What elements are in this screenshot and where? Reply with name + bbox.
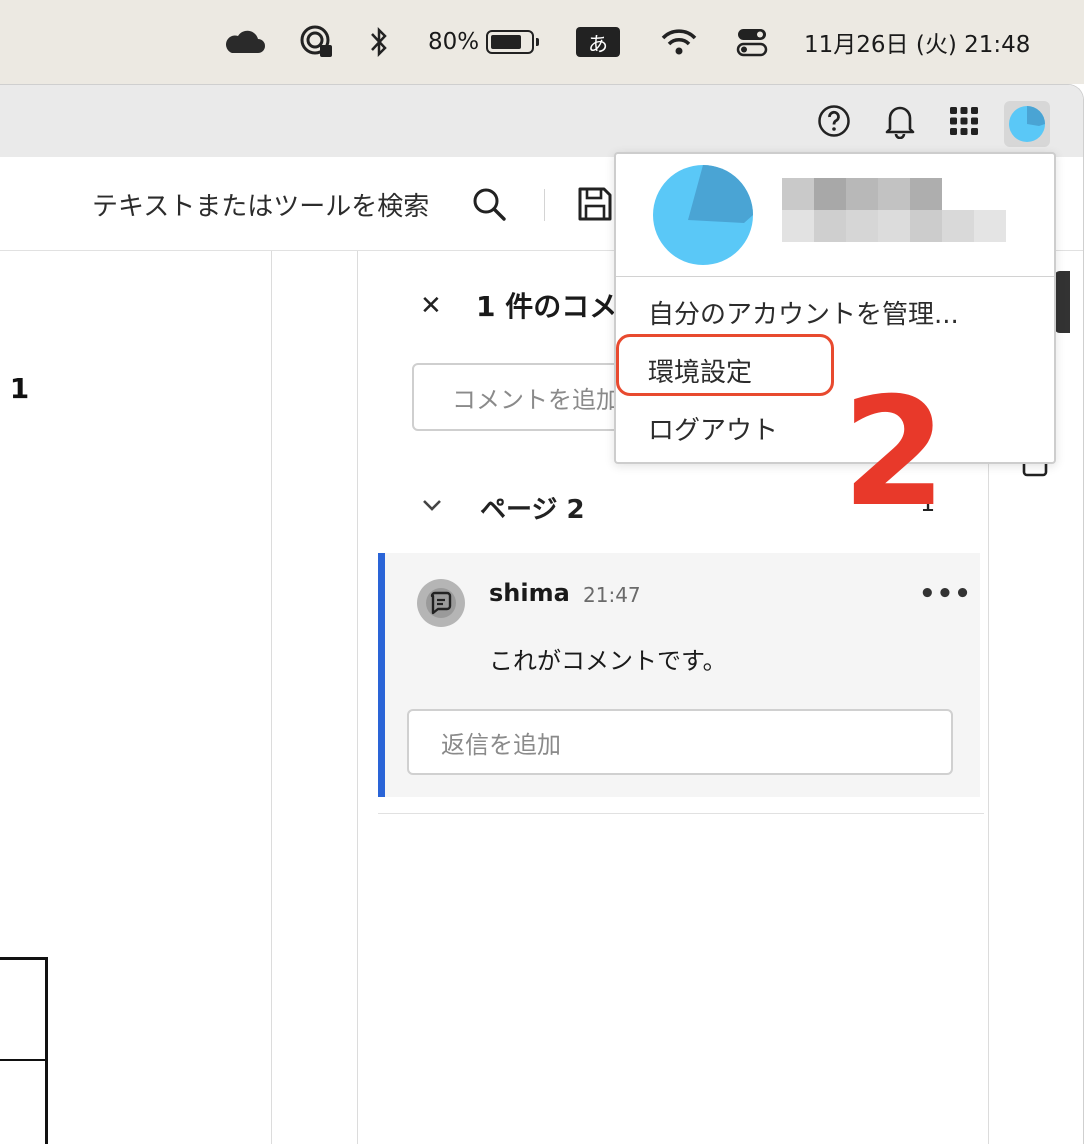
reply-input[interactable]: 返信を追加 [407, 709, 953, 775]
chevron-down-icon[interactable] [420, 493, 444, 517]
title-bar [0, 85, 1083, 157]
battery-icon[interactable] [486, 0, 539, 84]
comments-panel-title: 1 件のコメ [476, 290, 618, 323]
menu-bar: 80% あ 11月26日 (火) 21:48 [0, 0, 1084, 84]
comment-author: shima [489, 579, 570, 607]
preferences-highlight-box [616, 334, 834, 396]
menubar-clock[interactable]: 11月26日 (火) 21:48 [804, 0, 1030, 84]
battery-level-fill [491, 35, 522, 49]
comment-avatar [417, 579, 465, 627]
comment-text: これがコメントです。 [489, 647, 727, 675]
account-avatar-button[interactable] [1004, 101, 1050, 147]
account-email-redacted [782, 210, 1006, 242]
account-profile-avatar [652, 164, 754, 266]
control-center-icon[interactable] [736, 0, 768, 84]
bluetooth-icon[interactable] [368, 0, 390, 84]
close-panel-icon[interactable]: ✕ [420, 291, 442, 321]
logout-menu-item[interactable]: ログアウト [648, 410, 778, 447]
wifi-icon[interactable] [660, 0, 698, 84]
help-icon[interactable] [816, 103, 852, 139]
save-icon[interactable] [576, 185, 614, 223]
account-name-redacted [782, 178, 942, 210]
right-rail-tab[interactable] [1054, 271, 1070, 333]
add-comment-input[interactable]: コメントを追加 [412, 363, 632, 431]
notification-bell-icon[interactable] [882, 103, 918, 139]
search-icon[interactable] [470, 185, 508, 223]
toolbar-divider [544, 189, 545, 221]
account-menu-separator [616, 276, 1054, 277]
page-gutter-divider [271, 251, 272, 1144]
comment-more-options-icon[interactable]: ••• [919, 579, 972, 609]
comment-card[interactable]: shima 21:47 ••• これがコメントです。 返信を追加 [378, 553, 980, 797]
panel-left-divider [357, 251, 358, 1144]
account-menu: 自分のアカウントを管理... 環境設定 ログアウト [614, 152, 1056, 464]
lock-clock-icon[interactable] [298, 0, 336, 84]
apps-grid-icon[interactable] [946, 103, 982, 139]
comment-bubble-icon [426, 588, 456, 618]
document-table-border [0, 957, 48, 1144]
search-tools-label[interactable]: テキストまたはツールを検索 [92, 157, 429, 251]
step-number-annotation: 2 [842, 366, 947, 540]
battery-percent: 80% [428, 29, 480, 55]
page-group-label[interactable]: ページ 2 [480, 489, 585, 526]
onedrive-icon[interactable] [222, 0, 266, 84]
input-method-indicator[interactable]: あ [576, 0, 620, 84]
input-method-label: あ [576, 27, 620, 57]
comment-time: 21:47 [583, 583, 641, 607]
profile-avatar-large-icon [653, 165, 753, 265]
profile-avatar-icon [1009, 106, 1045, 142]
document-table-line [0, 1059, 48, 1061]
manage-account-menu-item[interactable]: 自分のアカウントを管理... [648, 294, 959, 331]
document-text-fragment: 式 1 [0, 372, 30, 405]
comments-separator [378, 813, 984, 814]
